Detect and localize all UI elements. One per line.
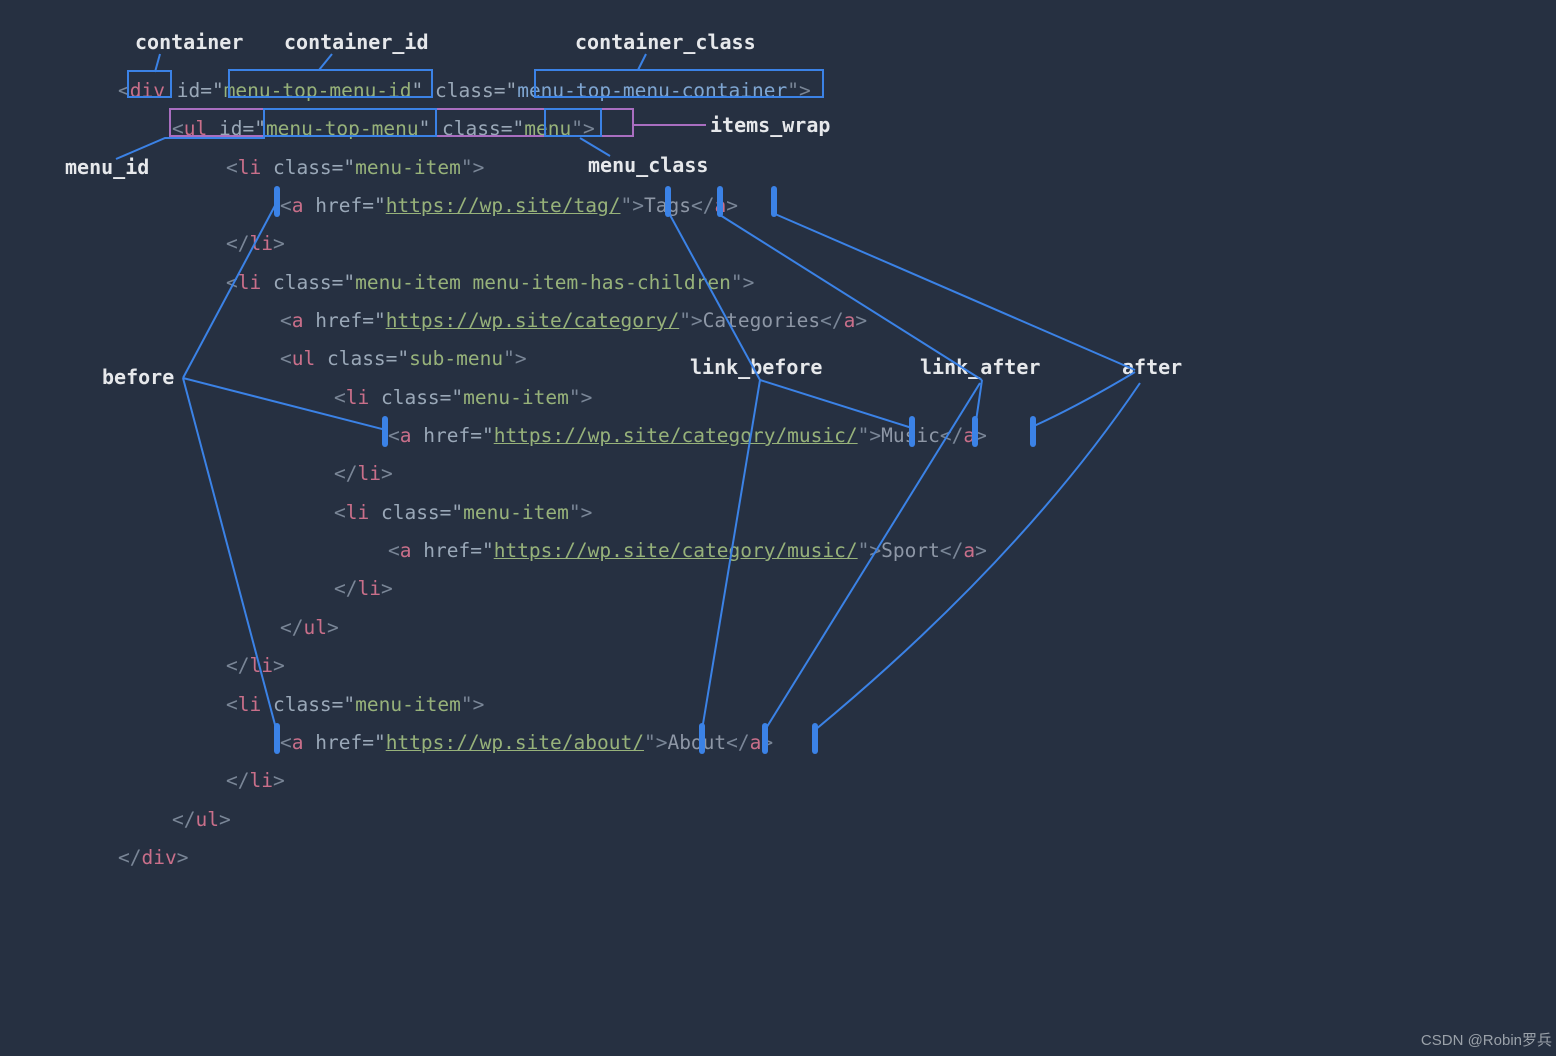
code-line-21: </div> — [118, 839, 188, 877]
label-link-before: link_before — [690, 355, 822, 379]
code-line-20: </ul> — [172, 801, 231, 839]
label-container: container — [135, 30, 243, 54]
code-line-19: </li> — [226, 762, 285, 800]
label-items-wrap: items_wrap — [710, 113, 830, 137]
code-line-16: </li> — [226, 647, 285, 685]
label-link-after: link_after — [920, 355, 1040, 379]
code-line-12: <li class="menu-item"> — [334, 494, 592, 532]
code-line-2: <ul id="menu-top-menu" class="menu"> — [172, 110, 595, 148]
code-line-9: <li class="menu-item"> — [334, 379, 592, 417]
code-line-4: <a href="https://wp.site/tag/">Tags</a> — [280, 187, 738, 225]
code-line-6: <li class="menu-item menu-item-has-child… — [226, 264, 754, 302]
code-line-15: </ul> — [280, 609, 339, 647]
code-line-18: <a href="https://wp.site/about/">About</… — [280, 724, 773, 762]
code-line-3: <li class="menu-item"> — [226, 149, 484, 187]
label-menu-class: menu_class — [588, 153, 708, 177]
label-menu-id: menu_id — [65, 155, 149, 179]
watermark: CSDN @Robin罗兵 — [1421, 1029, 1552, 1050]
code-line-1: <div id="menu-top-menu-id" class="menu-t… — [118, 72, 811, 110]
code-line-14: </li> — [334, 570, 393, 608]
code-line-11: </li> — [334, 455, 393, 493]
code-line-5: </li> — [226, 225, 285, 263]
code-line-13: <a href="https://wp.site/category/music/… — [388, 532, 987, 570]
code-line-7: <a href="https://wp.site/category/">Cate… — [280, 302, 867, 340]
code-line-10: <a href="https://wp.site/category/music/… — [388, 417, 987, 455]
label-container-id: container_id — [284, 30, 429, 54]
code-line-17: <li class="menu-item"> — [226, 686, 484, 724]
label-before: before — [102, 365, 174, 389]
label-after: after — [1122, 355, 1182, 379]
label-container-class: container_class — [575, 30, 756, 54]
code-line-8: <ul class="sub-menu"> — [280, 340, 527, 378]
